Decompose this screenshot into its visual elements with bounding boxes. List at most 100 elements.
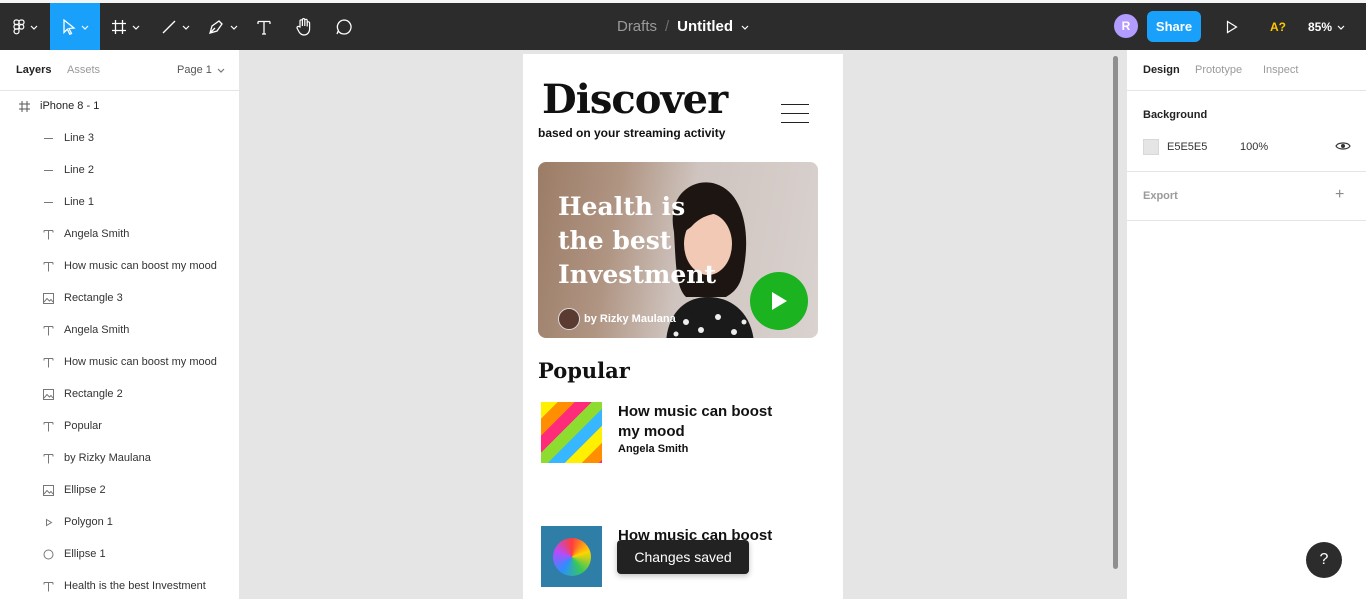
help-button[interactable]: ? [1306, 542, 1342, 578]
figma-app: Drafts / Untitled R Share A? 85% Layers … [0, 0, 1366, 599]
layer-row[interactable]: Health is the best Investment [0, 570, 240, 599]
canvas-scrollbar[interactable] [1113, 56, 1118, 569]
text-icon [41, 419, 55, 433]
layer-row[interactable]: Angela Smith [0, 218, 240, 250]
chevron-down-icon[interactable] [741, 23, 749, 31]
layer-label: Ellipse 1 [64, 548, 106, 560]
text-icon [41, 227, 55, 241]
move-tool-button[interactable] [50, 3, 100, 50]
breadcrumb-separator: / [665, 18, 670, 35]
tab-design[interactable]: Design [1143, 64, 1180, 76]
text-icon [41, 451, 55, 465]
layer-row[interactable]: Popular [0, 410, 240, 442]
layer-row[interactable]: Rectangle 3 [0, 282, 240, 314]
hand-tool-button[interactable] [290, 3, 318, 50]
line-icon [41, 195, 55, 209]
comment-icon [336, 18, 352, 35]
layer-row[interactable]: How music can boost my mood [0, 346, 240, 378]
popular-item-thumbnail[interactable] [541, 402, 602, 463]
main-menu-button[interactable] [0, 3, 50, 50]
text-tool-icon [257, 20, 271, 35]
layer-label: Angela Smith [64, 228, 130, 240]
user-avatar[interactable]: R [1114, 14, 1138, 38]
chevron-down-icon [217, 68, 225, 73]
background-hex-input[interactable]: E5E5E5 [1167, 141, 1207, 153]
comment-tool-button[interactable] [330, 3, 358, 50]
popular-heading: Popular [538, 358, 630, 383]
hero-title-line: the best [558, 226, 672, 255]
shape-tool-button[interactable] [152, 3, 198, 50]
eye-icon[interactable] [1335, 139, 1351, 153]
play-outline-icon [1226, 19, 1238, 34]
layer-row[interactable]: by Rizky Maulana [0, 442, 240, 474]
image-icon [41, 291, 55, 305]
layer-row[interactable]: How music can boost my mood [0, 250, 240, 282]
breadcrumb-drafts[interactable]: Drafts [617, 18, 657, 35]
tab-inspect[interactable]: Inspect [1263, 64, 1298, 76]
layer-row[interactable]: Rectangle 2 [0, 378, 240, 410]
layer-label: Popular [64, 420, 102, 432]
left-panel-tabs: Layers Assets Page 1 [0, 50, 239, 91]
layer-row[interactable]: Angela Smith [0, 314, 240, 346]
accessibility-check-button[interactable]: A? [1262, 3, 1294, 50]
background-swatch[interactable] [1143, 139, 1159, 155]
share-button[interactable]: Share [1147, 11, 1201, 42]
tab-layers[interactable]: Layers [16, 64, 51, 76]
background-section [1127, 91, 1366, 172]
page-selector[interactable]: Page 1 [177, 64, 225, 76]
background-label: Background [1143, 109, 1208, 121]
layer-label: Line 3 [64, 132, 94, 144]
add-export-icon[interactable]: + [1335, 186, 1344, 204]
hamburger-menu-icon[interactable] [781, 104, 809, 126]
file-title[interactable]: Untitled [677, 18, 733, 35]
layer-row[interactable]: Line 2 [0, 154, 240, 186]
zoom-menu[interactable]: 85% [1308, 3, 1345, 50]
hero-card[interactable]: Health is the best Investment by Rizky M… [538, 162, 818, 338]
hero-title-line: Investment [558, 260, 717, 289]
line-icon [41, 163, 55, 177]
frame-tool-button[interactable] [103, 3, 147, 50]
image-icon [41, 387, 55, 401]
layer-row[interactable]: Ellipse 2 [0, 474, 240, 506]
globe-image [552, 537, 591, 576]
discover-subtitle: based on your streaming activity [538, 126, 726, 140]
ellipse-icon [41, 547, 55, 561]
text-icon [41, 579, 55, 593]
layer-label: How music can boost my mood [64, 260, 217, 272]
popular-item-author: Angela Smith [618, 443, 689, 455]
export-label: Export [1143, 190, 1178, 202]
author-avatar [558, 308, 580, 330]
layer-label: iPhone 8 - 1 [40, 100, 100, 112]
tab-assets[interactable]: Assets [67, 64, 100, 76]
layers-panel: Layers Assets Page 1 iPhone 8 - 1 Line 3… [0, 50, 240, 599]
layer-row[interactable]: Ellipse 1 [0, 538, 240, 570]
layer-label: Angela Smith [64, 324, 130, 336]
changes-saved-toast: Changes saved [617, 540, 749, 574]
chevron-down-icon [1337, 25, 1345, 30]
layer-label: Health is the best Investment [64, 580, 206, 592]
text-tool-button[interactable] [250, 3, 278, 50]
background-opacity-input[interactable]: 100% [1240, 141, 1268, 153]
layer-row[interactable]: Polygon 1 [0, 506, 240, 538]
right-panel-tabs: Design Prototype Inspect [1127, 50, 1366, 91]
frame-icon [17, 99, 31, 113]
pen-tool-button[interactable] [200, 3, 246, 50]
hero-title-line: Health is [558, 192, 686, 221]
zoom-level: 85% [1308, 19, 1333, 34]
tab-prototype[interactable]: Prototype [1195, 64, 1242, 76]
line-icon [41, 131, 55, 145]
hand-icon [296, 18, 311, 36]
layer-row[interactable]: Line 3 [0, 122, 240, 154]
present-button[interactable] [1218, 3, 1246, 50]
hero-author-name: by Rizky Maulana [584, 313, 676, 325]
top-toolbar: Drafts / Untitled R Share A? 85% [0, 0, 1366, 50]
layer-frame[interactable]: iPhone 8 - 1 [0, 90, 240, 122]
canvas[interactable]: Discover based on your streaming activit… [240, 50, 1126, 599]
popular-item-title[interactable]: How music can boost my mood [618, 402, 788, 442]
iphone-frame[interactable]: Discover based on your streaming activit… [523, 54, 843, 599]
frame-icon [111, 19, 126, 34]
chevron-down-icon [182, 25, 189, 30]
play-button[interactable] [750, 272, 808, 330]
popular-item-thumbnail[interactable] [541, 526, 602, 587]
layer-row[interactable]: Line 1 [0, 186, 240, 218]
